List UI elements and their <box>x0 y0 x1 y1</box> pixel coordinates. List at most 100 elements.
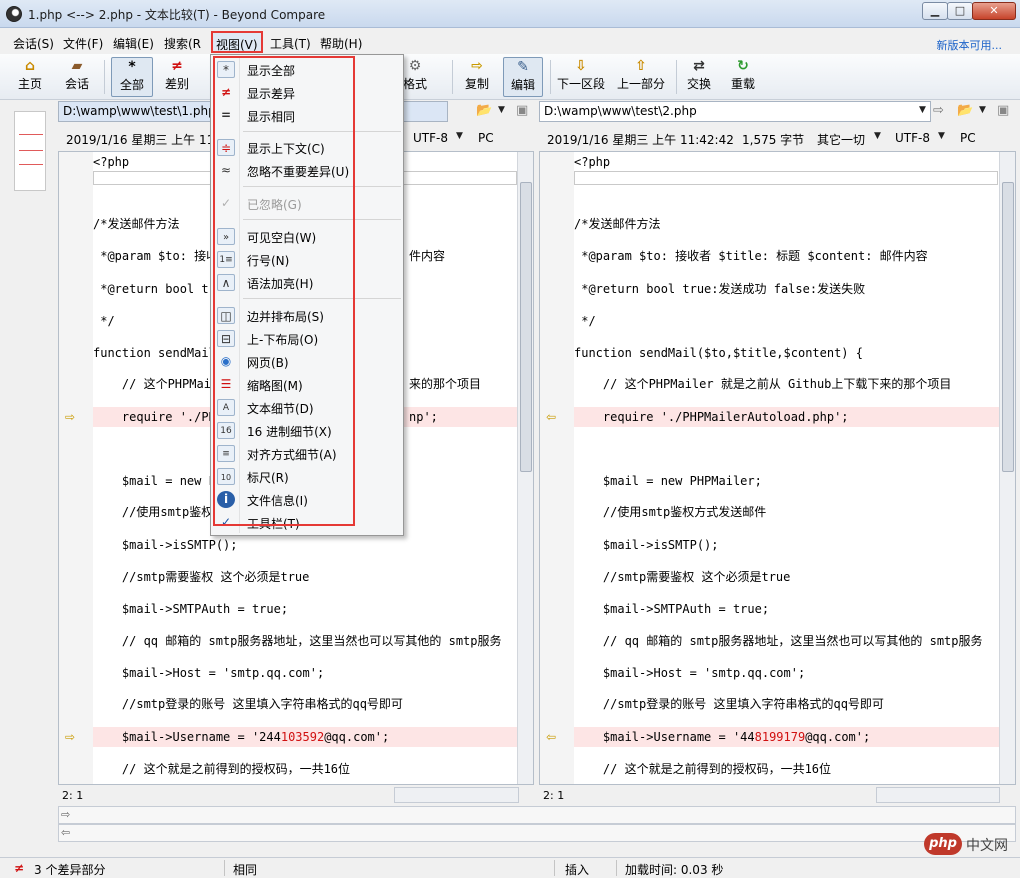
code-line: $mail = new P <box>93 474 216 488</box>
thumbnail-diff-mark <box>19 150 43 151</box>
side-by-side-icon: ◫ <box>217 307 235 324</box>
line-detail-top: ⇨ <box>58 806 1016 824</box>
chevron-down-icon[interactable]: ▼ <box>919 105 926 115</box>
code-line: // 这个就是之前得到的授权码，一共16位 <box>574 762 832 776</box>
right-code-pane[interactable]: <?php /*发送邮件方法 *@param $to: 接收者 $title: … <box>539 151 1016 785</box>
chevron-down-icon[interactable]: ▼ <box>874 131 881 141</box>
menu-item-line-numbers[interactable]: 1≡ 行号(N) <box>211 248 403 271</box>
menu-item-align-details[interactable]: ≡ 对齐方式细节(A) <box>211 442 403 465</box>
minimize-button[interactable]: ▁ <box>922 2 948 20</box>
diff-arrow-icon[interactable]: ⇦ <box>546 727 556 747</box>
close-button[interactable]: ✕ <box>972 2 1016 20</box>
show-all-button[interactable]: * 全部 <box>111 57 153 97</box>
menu-item-thumbnail[interactable]: ☰ 缩略图(M) <box>211 373 403 396</box>
right-vertical-scrollbar[interactable] <box>999 152 1015 784</box>
status-load-time: 加载时间: 0.03 秒 <box>625 863 724 877</box>
blank-line-box <box>574 171 998 185</box>
right-size: 1,575 字节 <box>742 133 805 147</box>
left-eol[interactable]: PC <box>478 131 494 145</box>
chevron-down-icon[interactable]: ▼ <box>498 105 505 115</box>
menu-item-text-details[interactable]: A 文本细节(D) <box>211 396 403 419</box>
format-button[interactable]: ⚙ 格式 <box>400 57 430 97</box>
diff-code-line: require './PHPMailerAutoload.php'; <box>574 407 1000 427</box>
toolbar-separator <box>452 60 453 94</box>
diff-code-line: $mail->Username = '448199179@qq.com'; <box>574 727 1000 747</box>
view-dropdown-menu: * 显示全部 ≠ 显示差异 = 显示相同 ≑ 显示上下文(C) ≈ 忽略不重要差… <box>210 54 404 536</box>
thumbnail-page[interactable] <box>14 111 46 191</box>
scrollbar-thumb[interactable] <box>520 182 532 472</box>
menu-tools[interactable]: 工具(T) <box>270 35 311 52</box>
right-eol[interactable]: PC <box>960 131 976 145</box>
line-numbers-icon: 1≡ <box>217 251 235 268</box>
menu-item-toolbar[interactable]: ✓ 工具栏(T) <box>211 511 403 534</box>
thumbnail-panel[interactable] <box>0 101 58 786</box>
menu-item-ignored[interactable]: ✓ 已忽略(G) <box>211 192 403 215</box>
menu-item-side-by-side[interactable]: ◫ 边并排布局(S) <box>211 304 403 327</box>
thumbnail-diff-mark <box>19 134 43 135</box>
left-horizontal-scrollbar[interactable] <box>394 787 519 803</box>
open-folder-icon[interactable]: 📂 <box>476 103 492 118</box>
right-horizontal-scrollbar[interactable] <box>876 787 1000 803</box>
scrollbar-thumb[interactable] <box>1002 182 1014 472</box>
right-path-input[interactable]: D:\wamp\www\test\2.php <box>539 101 931 122</box>
edit-button[interactable]: ✎ 编辑 <box>503 57 543 97</box>
menu-separator <box>243 186 401 187</box>
menu-item-show-same[interactable]: = 显示相同 <box>211 104 403 127</box>
check-icon: ✓ <box>220 196 232 210</box>
save-icon[interactable]: ▣ <box>516 103 528 118</box>
left-encoding[interactable]: UTF-8 <box>413 131 448 145</box>
menu-view[interactable]: 视图(V) <box>211 31 263 53</box>
menu-item-show-diff[interactable]: ≠ 显示差异 <box>211 81 403 104</box>
menu-item-web[interactable]: ◉ 网页(B) <box>211 350 403 373</box>
left-vertical-scrollbar[interactable] <box>517 152 533 784</box>
menu-item-ignore-minor[interactable]: ≈ 忽略不重要差异(U) <box>211 159 403 182</box>
maximize-button[interactable]: □ <box>947 2 973 20</box>
window-title: 1.php <--> 2.php - 文本比较(T) - Beyond Comp… <box>28 8 326 22</box>
menu-item-visible-whitespace[interactable]: » 可见空白(W) <box>211 225 403 248</box>
diff-arrow-icon[interactable]: ⇦ <box>546 407 556 427</box>
right-encoding[interactable]: UTF-8 <box>895 131 930 145</box>
diff-arrow-icon[interactable]: ⇨ <box>65 407 75 427</box>
menu-help[interactable]: 帮助(H) <box>320 35 362 52</box>
copy-button[interactable]: ⇨ 复制 <box>460 57 494 97</box>
code-line: // 这个PHPMail 来的那个项目 <box>93 377 482 391</box>
save-icon[interactable]: ▣ <box>997 103 1009 118</box>
asterisk-icon: * <box>217 61 235 78</box>
menu-edit[interactable]: 编辑(E) <box>113 35 154 52</box>
show-diff-button[interactable]: ≠ 差别 <box>158 57 196 97</box>
diff-count: 3 个差异部分 <box>34 863 106 877</box>
menu-item-syntax-highlight[interactable]: ∧ 语法加亮(H) <box>211 271 403 294</box>
session-button[interactable]: ▰ 会话 <box>54 57 100 97</box>
code-line: function sendMail($to,$title,$content) { <box>574 346 863 360</box>
status-separator <box>616 860 617 876</box>
next-section-button[interactable]: ⇩ 下一区段 <box>556 57 606 97</box>
home-button[interactable]: ⌂ 主页 <box>12 57 48 97</box>
menu-item-ruler[interactable]: 10 标尺(R) <box>211 465 403 488</box>
diff-arrow-icon[interactable]: ⇨ <box>65 727 75 747</box>
menu-item-hex-details[interactable]: 16 16 进制细节(X) <box>211 419 403 442</box>
arrow-right-icon: ⇨ <box>471 58 483 74</box>
menu-item-file-info[interactable]: i 文件信息(I) <box>211 488 403 511</box>
open-folder-icon[interactable]: 📂 <box>957 103 973 118</box>
asterisk-icon: * <box>128 59 136 75</box>
chevron-down-icon[interactable]: ▼ <box>456 131 463 141</box>
chevron-down-icon[interactable]: ▼ <box>979 105 986 115</box>
not-equal-icon: ≠ <box>171 58 183 74</box>
new-version-link[interactable]: 新版本可用... <box>937 37 1003 53</box>
chevron-down-icon[interactable]: ▼ <box>938 131 945 141</box>
reload-button[interactable]: ↻ 重载 <box>728 57 758 97</box>
right-rules[interactable]: 其它一切 <box>817 131 865 148</box>
swap-button[interactable]: ⇄ 交换 <box>684 57 714 97</box>
text-details-icon: A <box>217 399 235 416</box>
menu-item-show-all[interactable]: * 显示全部 <box>211 58 403 81</box>
code-line: //smtp登录的账号 这里填入字符串格式的qq号即可 <box>93 697 403 711</box>
prev-section-button[interactable]: ⇧ 上一部分 <box>616 57 666 97</box>
menu-search[interactable]: 搜索(R <box>164 35 201 52</box>
menu-session[interactable]: 会话(S) <box>13 35 54 52</box>
menu-item-over-under[interactable]: ⊟ 上-下布局(O) <box>211 327 403 350</box>
menu-file[interactable]: 文件(F) <box>63 35 103 52</box>
syntax-icon: ∧ <box>217 274 235 291</box>
menu-item-show-context[interactable]: ≑ 显示上下文(C) <box>211 136 403 159</box>
arrow-right-icon[interactable]: ⇨ <box>933 103 944 118</box>
code-line: <?php <box>574 155 611 169</box>
